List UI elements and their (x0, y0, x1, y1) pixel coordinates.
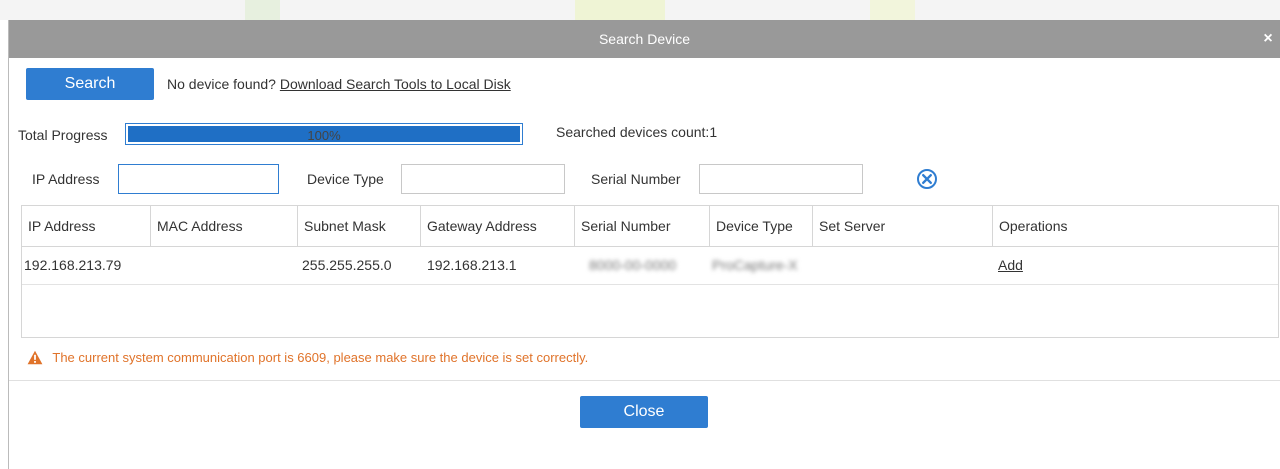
search-device-dialog: Search Device × Search No device found? … (8, 20, 1280, 469)
download-search-tools-link[interactable]: Download Search Tools to Local Disk (280, 76, 511, 92)
device-type-label: Device Type (307, 171, 384, 187)
cell-serial: 8000-00-0000 (589, 257, 677, 273)
close-icon[interactable]: × (1258, 20, 1278, 58)
column-header-mac: MAC Address (151, 206, 298, 246)
table-row: 192.168.213.79 255.255.255.0 192.168.213… (22, 246, 1278, 285)
total-progress-label: Total Progress (18, 127, 108, 143)
background-decoration (575, 0, 665, 20)
no-device-text: No device found? (167, 76, 276, 92)
search-button[interactable]: Search (26, 68, 154, 100)
column-header-device-type: Device Type (710, 206, 813, 246)
dialog-titlebar: Search Device × (9, 20, 1280, 58)
cell-ip: 192.168.213.79 (24, 257, 122, 273)
column-header-subnet: Subnet Mask (298, 206, 421, 246)
dialog-title: Search Device (598, 31, 691, 47)
cell-set-server (813, 246, 993, 284)
serial-number-input[interactable] (699, 164, 863, 194)
column-header-gateway: Gateway Address (421, 206, 575, 246)
circle-x-icon[interactable] (916, 168, 938, 190)
cell-subnet: 255.255.255.0 (302, 257, 392, 273)
column-header-set-server: Set Server (813, 206, 993, 246)
warning-icon (27, 350, 43, 365)
warning-text: The current system communication port is… (52, 350, 589, 365)
cell-mac (151, 246, 298, 284)
background-decoration (245, 0, 280, 20)
cell-operations: Add (993, 246, 1278, 284)
port-warning: The current system communication port is… (27, 350, 588, 365)
close-button[interactable]: Close (580, 396, 708, 428)
device-table: IP Address MAC Address Subnet Mask Gatew… (21, 205, 1279, 338)
add-device-link[interactable]: Add (998, 257, 1023, 273)
background-strip (0, 0, 1280, 20)
serial-number-label: Serial Number (591, 171, 681, 187)
column-header-ip: IP Address (22, 206, 151, 246)
column-header-serial: Serial Number (575, 206, 710, 246)
table-header-row: IP Address MAC Address Subnet Mask Gatew… (22, 206, 1278, 247)
footer-divider (9, 380, 1280, 381)
searched-count: Searched devices count:1 (556, 124, 718, 140)
device-type-input[interactable] (401, 164, 565, 194)
total-progress-bar: 100% (125, 123, 523, 145)
cell-gateway: 192.168.213.1 (427, 257, 517, 273)
no-device-hint: No device found? Download Search Tools t… (167, 76, 511, 92)
cell-device-type: ProCapture-X (712, 257, 798, 273)
ip-address-input[interactable] (118, 164, 279, 194)
background-decoration (870, 0, 915, 20)
ip-address-label: IP Address (32, 171, 100, 187)
column-header-operations: Operations (999, 218, 1068, 234)
progress-percent: 100% (307, 128, 341, 143)
